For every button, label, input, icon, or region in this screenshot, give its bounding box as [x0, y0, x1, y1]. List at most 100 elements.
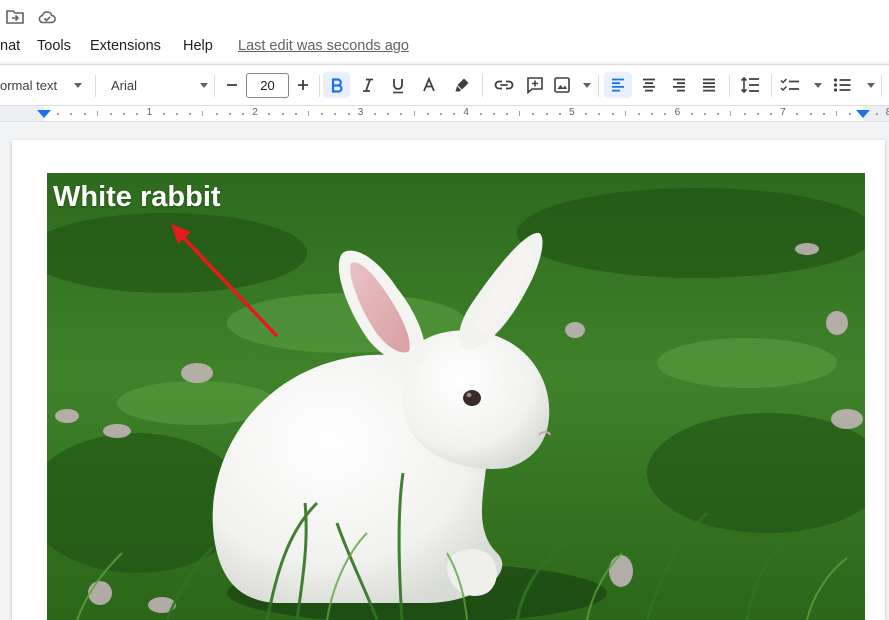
ruler-tick	[57, 113, 60, 115]
image-caption[interactable]: White rabbit	[53, 181, 221, 214]
add-comment-icon	[527, 77, 543, 94]
increase-font-size-button[interactable]	[291, 72, 315, 98]
justify-button[interactable]	[696, 72, 722, 98]
last-edit-link[interactable]: Last edit was seconds ago	[238, 38, 409, 54]
minus-icon	[227, 84, 237, 86]
ruler-tick	[558, 113, 561, 115]
ruler-number: 6	[674, 107, 681, 118]
ruler-tick	[849, 113, 852, 115]
align-center-button[interactable]	[636, 72, 662, 98]
bold-icon	[331, 78, 343, 93]
highlight-color-button[interactable]	[449, 72, 475, 98]
insert-image-dropdown[interactable]	[553, 72, 591, 98]
ruler-tick	[413, 111, 415, 116]
move-to-folder-icon[interactable]	[5, 7, 25, 27]
checklist-dropdown[interactable]	[780, 72, 822, 98]
rabbit-photo[interactable]: White rabbit	[47, 173, 865, 620]
ruler-tick	[387, 113, 390, 115]
menu-tools[interactable]: Tools	[37, 38, 71, 54]
paragraph-style-value: ormal text	[0, 77, 58, 93]
align-right-button[interactable]	[666, 72, 692, 98]
ruler-tick	[176, 113, 178, 115]
underline-button[interactable]	[385, 72, 411, 98]
menu-bar: nat Tools Extensions Help Last edit was …	[0, 34, 889, 62]
align-right-icon	[673, 78, 685, 92]
align-left-button[interactable]	[604, 72, 632, 98]
ruler-tick	[796, 113, 799, 115]
font-family-dropdown[interactable]: Arial	[105, 72, 212, 98]
add-comment-button[interactable]	[522, 72, 548, 98]
line-spacing-button[interactable]	[736, 72, 764, 98]
top-icon-strip	[0, 0, 889, 34]
ruler-tick	[453, 113, 456, 115]
ruler-tick	[836, 111, 837, 116]
font-family-value: Arial	[111, 77, 138, 93]
ruler-tick	[400, 113, 403, 115]
ruler-tick	[308, 111, 309, 116]
ruler-tick	[189, 113, 192, 115]
ruler-tick	[809, 113, 812, 115]
ruler-tick	[242, 113, 244, 115]
document-page[interactable]: White rabbit	[12, 140, 885, 620]
right-indent-marker[interactable]	[856, 110, 870, 119]
ruler-tick	[426, 113, 429, 115]
text-color-button[interactable]	[416, 72, 442, 98]
highlight-icon	[455, 78, 469, 92]
ruler-tick	[756, 113, 759, 115]
menu-format[interactable]: nat	[0, 38, 20, 54]
insert-link-button[interactable]	[490, 72, 518, 98]
ruler-tick	[664, 113, 667, 115]
menu-extensions[interactable]: Extensions	[90, 38, 161, 54]
ruler[interactable]: 12345678	[0, 106, 889, 122]
toolbar-divider	[214, 75, 215, 97]
ruler-tick	[374, 113, 376, 115]
ruler-tick	[110, 113, 112, 115]
ruler-tick	[347, 113, 350, 115]
chevron-down-icon	[867, 82, 875, 88]
align-left-icon	[612, 78, 624, 92]
font-size-input[interactable]: 20	[246, 73, 289, 98]
paragraph-style-dropdown[interactable]: ormal text	[0, 72, 88, 98]
ruler-tick	[545, 113, 548, 115]
ruler-number: 2	[252, 107, 258, 118]
chevron-down-icon	[74, 82, 82, 88]
ruler-number: 3	[357, 107, 364, 118]
decrease-font-size-button[interactable]	[220, 72, 244, 98]
ruler-tick	[96, 111, 98, 116]
ruler-tick	[730, 111, 732, 116]
cloud-saved-icon[interactable]	[37, 7, 57, 27]
italic-button[interactable]	[355, 72, 381, 98]
toolbar-divider	[771, 75, 772, 97]
align-center-icon	[643, 78, 655, 92]
toolbar-divider	[729, 75, 730, 97]
ruler-number: 4	[463, 107, 469, 118]
ruler-tick	[215, 113, 218, 115]
chevron-down-icon	[583, 82, 591, 88]
bulleted-list-dropdown[interactable]	[833, 72, 875, 98]
left-indent-marker[interactable]	[37, 110, 51, 119]
ruler-tick	[123, 113, 126, 115]
ruler-tick	[321, 113, 324, 115]
ruler-tick	[228, 113, 231, 115]
toolbar-divider	[95, 75, 96, 97]
bold-button[interactable]	[323, 72, 350, 98]
chevron-down-icon	[200, 82, 208, 88]
ruler-tick	[83, 113, 86, 115]
link-icon	[494, 80, 514, 90]
ruler-tick	[638, 113, 640, 115]
toolbar-divider	[319, 75, 320, 97]
menu-help[interactable]: Help	[183, 38, 213, 54]
toolbar-divider	[598, 75, 599, 97]
ruler-tick	[479, 113, 482, 115]
ruler-tick	[519, 111, 521, 116]
toolbar-divider	[482, 75, 483, 97]
ruler-tick	[281, 113, 284, 115]
ruler-tick	[136, 113, 139, 115]
ruler-tick	[717, 113, 720, 115]
ruler-tick	[202, 111, 204, 116]
ruler-tick	[440, 113, 442, 115]
ruler-tick	[492, 113, 495, 115]
ruler-tick	[822, 113, 825, 115]
ruler-tick	[770, 113, 772, 115]
toolbar: ormal text Arial 20	[0, 64, 889, 106]
